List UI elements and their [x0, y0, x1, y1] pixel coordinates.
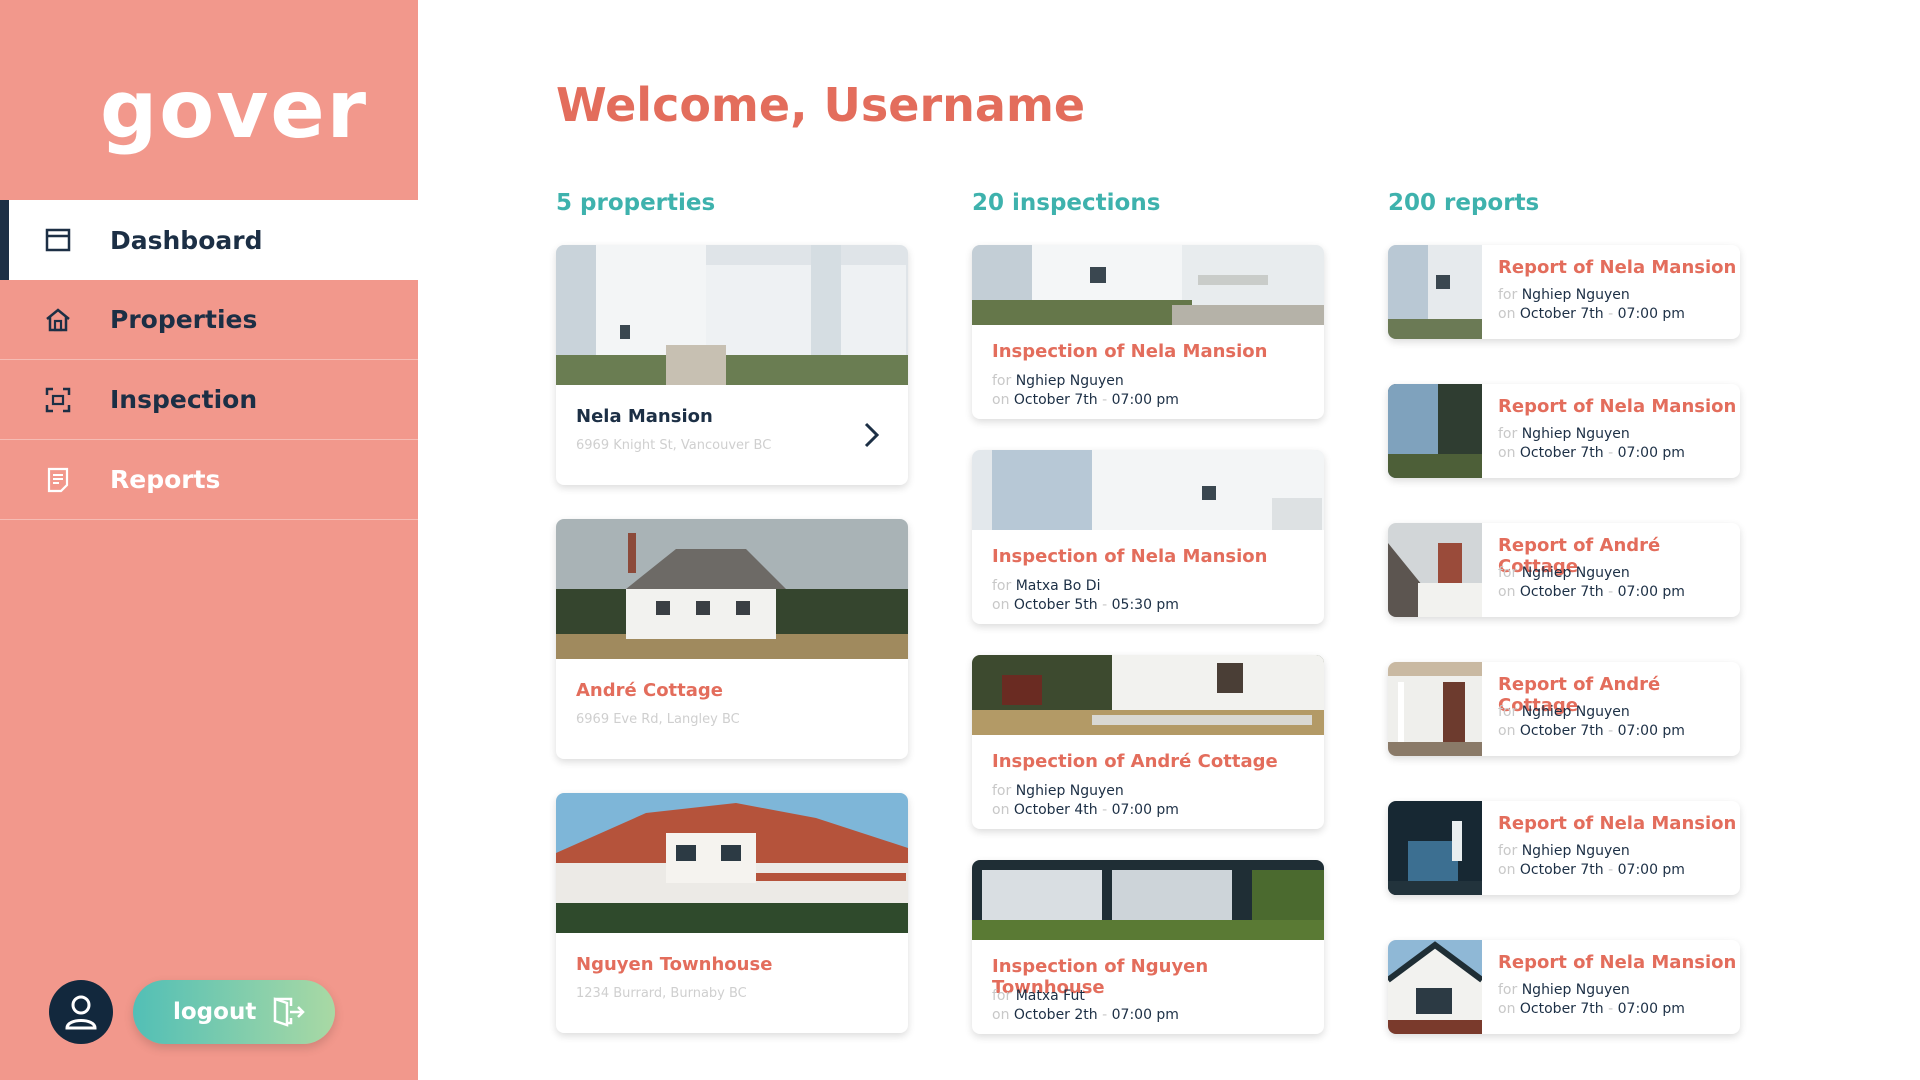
inspection-photo	[972, 860, 1324, 940]
report-datetime: on October 7th - 07:00 pm	[1498, 1001, 1685, 1017]
report-card[interactable]: Report of André Cottage for Nghiep Nguye…	[1388, 662, 1740, 756]
sidebar-item-label: Reports	[110, 465, 221, 494]
inspection-card[interactable]: Inspection of Nguyen Townhouse for Matxa…	[972, 860, 1324, 1034]
report-title: Report of Nela Mansion	[1498, 396, 1737, 417]
logout-button[interactable]: logout	[133, 980, 335, 1044]
sidebar-item-label: Properties	[110, 305, 258, 334]
inspections-heading: 20 inspections	[972, 190, 1161, 216]
inspection-datetime: on October 7th - 07:00 pm	[992, 392, 1179, 408]
property-photo	[556, 519, 908, 659]
property-address: 6969 Knight St, Vancouver BC	[576, 438, 772, 453]
property-address: 6969 Eve Rd, Langley BC	[576, 712, 740, 727]
inspection-title: Inspection of Nela Mansion	[992, 341, 1268, 362]
report-datetime: on October 7th - 07:00 pm	[1498, 445, 1685, 461]
report-card[interactable]: Report of André Cottage for Nghiep Nguye…	[1388, 523, 1740, 617]
inspection-assignee: for Matxa Bo Di	[992, 578, 1101, 594]
inspection-card[interactable]: Inspection of André Cottage for Nghiep N…	[972, 655, 1324, 829]
report-datetime: on October 7th - 07:00 pm	[1498, 862, 1685, 878]
report-thumbnail	[1388, 384, 1482, 478]
inspection-photo	[972, 245, 1324, 325]
house-icon	[46, 308, 70, 332]
user-avatar-button[interactable]	[49, 980, 113, 1044]
reports-heading: 200 reports	[1388, 190, 1540, 216]
property-name: Nguyen Townhouse	[576, 954, 773, 975]
property-name: André Cottage	[576, 680, 724, 701]
logout-icon	[273, 997, 305, 1027]
report-card[interactable]: Report of Nela Mansion for Nghiep Nguyen…	[1388, 940, 1740, 1034]
inspection-photo	[972, 655, 1324, 735]
report-title: Report of Nela Mansion	[1498, 813, 1737, 834]
inspection-assignee: for Nghiep Nguyen	[992, 783, 1124, 799]
inspection-title: Inspection of André Cottage	[992, 751, 1278, 772]
scan-icon	[45, 387, 71, 413]
app-root: gover Dashboard Properties Inspection Re…	[0, 0, 1920, 1080]
chevron-right-icon[interactable]	[862, 421, 882, 449]
inspection-assignee: for Nghiep Nguyen	[992, 373, 1124, 389]
inspection-card[interactable]: Inspection of Nela Mansion for Matxa Bo …	[972, 450, 1324, 624]
property-card[interactable]: André Cottage 6969 Eve Rd, Langley BC	[556, 519, 908, 759]
report-thumbnail	[1388, 245, 1482, 339]
sidebar-item-label: Inspection	[110, 385, 258, 414]
sidebar-item-dashboard[interactable]: Dashboard	[0, 200, 418, 280]
inspection-assignee: for Matxa Fut	[992, 988, 1085, 1004]
report-title: Report of Nela Mansion	[1498, 257, 1737, 278]
logout-label: logout	[173, 999, 257, 1025]
report-title: Report of Nela Mansion	[1498, 952, 1737, 973]
properties-heading: 5 properties	[556, 190, 716, 216]
report-card[interactable]: Report of Nela Mansion for Nghiep Nguyen…	[1388, 801, 1740, 895]
inspection-datetime: on October 5th - 05:30 pm	[992, 597, 1179, 613]
inspection-card[interactable]: Inspection of Nela Mansion for Nghiep Ng…	[972, 245, 1324, 419]
report-assignee: for Nghiep Nguyen	[1498, 982, 1630, 998]
property-photo	[556, 793, 908, 933]
property-card[interactable]: Nguyen Townhouse 1234 Burrard, Burnaby B…	[556, 793, 908, 1033]
property-address: 1234 Burrard, Burnaby BC	[576, 986, 747, 1001]
document-icon	[47, 467, 69, 493]
sidebar-item-properties[interactable]: Properties	[0, 280, 418, 360]
sidebar-item-reports[interactable]: Reports	[0, 440, 418, 520]
report-assignee: for Nghiep Nguyen	[1498, 704, 1630, 720]
sidebar-item-label: Dashboard	[110, 225, 263, 255]
report-thumbnail	[1388, 940, 1482, 1034]
property-card[interactable]: Nela Mansion 6969 Knight St, Vancouver B…	[556, 245, 908, 485]
report-thumbnail	[1388, 523, 1482, 617]
window-icon	[45, 228, 71, 252]
sidebar-item-inspection[interactable]: Inspection	[0, 360, 418, 440]
report-datetime: on October 7th - 07:00 pm	[1498, 584, 1685, 600]
inspection-datetime: on October 2th - 07:00 pm	[992, 1007, 1179, 1023]
report-assignee: for Nghiep Nguyen	[1498, 565, 1630, 581]
app-logo[interactable]: gover	[100, 70, 368, 150]
inspection-title: Inspection of Nela Mansion	[992, 546, 1268, 567]
inspection-datetime: on October 4th - 07:00 pm	[992, 802, 1179, 818]
inspection-photo	[972, 450, 1324, 530]
sidebar: gover Dashboard Properties Inspection Re…	[0, 0, 418, 1080]
report-thumbnail	[1388, 801, 1482, 895]
report-assignee: for Nghiep Nguyen	[1498, 426, 1630, 442]
sidebar-nav: Dashboard Properties Inspection Reports	[0, 200, 418, 520]
property-name: Nela Mansion	[576, 406, 713, 427]
report-assignee: for Nghiep Nguyen	[1498, 843, 1630, 859]
user-icon	[65, 995, 97, 1030]
report-card[interactable]: Report of Nela Mansion for Nghiep Nguyen…	[1388, 384, 1740, 478]
report-thumbnail	[1388, 662, 1482, 756]
report-assignee: for Nghiep Nguyen	[1498, 287, 1630, 303]
report-card[interactable]: Report of Nela Mansion for Nghiep Nguyen…	[1388, 245, 1740, 339]
property-photo	[556, 245, 908, 385]
page-title: Welcome, Username	[556, 78, 1086, 132]
report-datetime: on October 7th - 07:00 pm	[1498, 306, 1685, 322]
report-datetime: on October 7th - 07:00 pm	[1498, 723, 1685, 739]
